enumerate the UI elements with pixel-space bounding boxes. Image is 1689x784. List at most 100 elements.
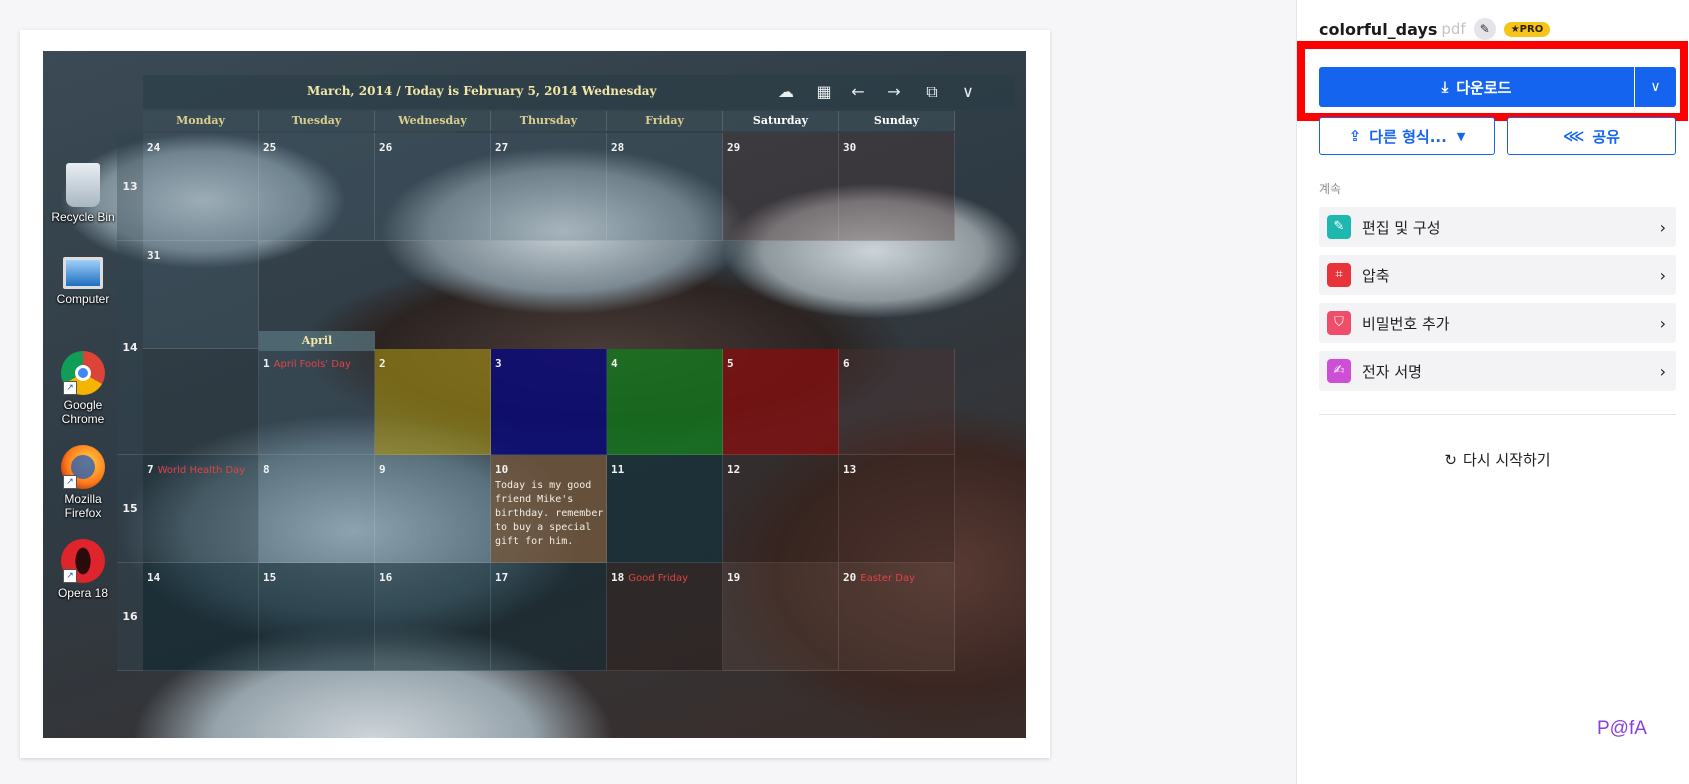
calendar-cell: 5 — [723, 349, 839, 455]
calendar-cell: 28 — [607, 133, 723, 241]
share-button[interactable]: ⋘ 공유 — [1507, 117, 1676, 155]
calendar-cell: 3 — [491, 349, 607, 455]
calendar-cell: 27 — [491, 133, 607, 241]
side-panel: colorful_days pdf ✎ ★PRO ⤓ 다운로드 ∨ ⇪ 다른 형… — [1296, 0, 1689, 784]
shield-icon: ⛉ — [1327, 311, 1351, 335]
tool-label: 압축 — [1362, 266, 1390, 285]
desktop-icon-label: Google Chrome — [61, 398, 105, 426]
file-title-row: colorful_days pdf ✎ ★PRO — [1319, 18, 1551, 40]
calendar-cell: 15 — [259, 563, 375, 671]
week-number: 14 — [117, 241, 143, 455]
tool-e-sign[interactable]: ✍ 전자 서명 › — [1319, 351, 1676, 391]
calendar-cell: 31 — [143, 241, 259, 349]
download-button[interactable]: ⤓ 다운로드 — [1319, 67, 1634, 107]
calendar-cell: 24 — [143, 133, 259, 241]
divider — [1319, 414, 1676, 415]
calendar-cell: 8 — [259, 455, 375, 563]
pencil-icon[interactable]: ✎ — [1473, 18, 1496, 40]
calendar-cell: 26 — [375, 133, 491, 241]
share-icon: ⋘ — [1563, 127, 1585, 145]
share-label: 공유 — [1592, 127, 1620, 146]
caret-down-icon: ▼ — [1456, 129, 1466, 143]
tool-label: 비밀번호 추가 — [1362, 314, 1450, 333]
calendar-note: Today is my good friend Mike's birthday.… — [495, 480, 604, 547]
restart-icon: ↻ — [1444, 451, 1457, 469]
edit-icon: ✎ — [1327, 215, 1351, 239]
calendar-widget: March, 2014 / Today is February 5, 2014 … — [117, 75, 1015, 715]
other-format-button[interactable]: ⇪ 다른 형식... ▼ — [1319, 117, 1495, 155]
day-header-saturday: Saturday — [723, 111, 839, 131]
preview-image: Recycle Bin Computer ↗ Google Chrome ↗ M… — [43, 51, 1026, 738]
download-icon: ⤓ — [1441, 78, 1449, 96]
shortcut-arrow-icon: ↗ — [63, 569, 77, 583]
other-format-label: 다른 형식... — [1369, 127, 1447, 146]
tool-edit-organize[interactable]: ✎ 편집 및 구성 › — [1319, 207, 1676, 247]
restart-button[interactable]: ↻ 다시 시작하기 — [1319, 449, 1676, 470]
tool-compress[interactable]: ⌗ 압축 › — [1319, 255, 1676, 295]
week-number: 13 — [117, 133, 143, 241]
calendar-cell: 14 — [143, 563, 259, 671]
calendar-cell: 9 — [375, 455, 491, 563]
chevron-right-icon: › — [1659, 217, 1666, 237]
arrow-left-icon: ← — [851, 82, 865, 101]
desktop-icon-firefox: ↗ Mozilla Firefox — [43, 445, 123, 520]
download-label: 다운로드 — [1456, 78, 1512, 97]
compress-icon: ⌗ — [1327, 263, 1351, 287]
calendar-cell: 16 — [375, 563, 491, 671]
desktop-icon-opera: ↗ Opera 18 — [43, 539, 123, 600]
export-icon: ⇪ — [1348, 127, 1362, 145]
shortcut-arrow-icon: ↗ — [63, 475, 77, 489]
desktop-icon-label: Mozilla Firefox — [64, 492, 102, 520]
continue-section-label: 계속 — [1319, 182, 1342, 196]
calendar-cell: 12 — [723, 455, 839, 563]
day-header-thursday: Thursday — [491, 111, 607, 131]
calendar-cell: 13 — [839, 455, 955, 563]
day-header-friday: Friday — [607, 111, 723, 131]
calendar-title: March, 2014 / Today is February 5, 2014 … — [307, 84, 657, 98]
calendar-cell: 10 Today is my good friend Mike's birthda… — [491, 455, 607, 563]
calendar-cell: 1 April Fools' Day — [259, 349, 375, 455]
calendar-cell: 19 — [723, 563, 839, 671]
chevron-right-icon: › — [1659, 361, 1666, 381]
firefox-icon: ↗ — [61, 445, 105, 489]
desktop-icon-label: Computer — [56, 292, 110, 306]
calendar-cell: 4 — [607, 349, 723, 455]
download-options-button[interactable]: ∨ — [1635, 67, 1676, 107]
chevron-down-icon: ∨ — [962, 82, 974, 101]
calendar-icon: ▦ — [816, 82, 832, 101]
restart-label: 다시 시작하기 — [1463, 451, 1551, 469]
file-name: colorful_days — [1319, 19, 1438, 39]
calendar-cell: 30 — [839, 133, 955, 241]
recycle-bin-icon — [66, 163, 100, 207]
pro-badge: ★PRO — [1503, 21, 1551, 37]
computer-icon — [63, 257, 103, 289]
shortcut-arrow-icon: ↗ — [63, 381, 77, 395]
day-header-monday: Monday — [143, 111, 259, 131]
calendar-cell: 17 — [491, 563, 607, 671]
arrow-right-icon: → — [887, 82, 901, 101]
brand-logo: P@fA — [1597, 718, 1647, 739]
tool-add-password[interactable]: ⛉ 비밀번호 추가 › — [1319, 303, 1676, 343]
calendar-cell: 6 — [839, 349, 955, 455]
calendar-cell: 11 — [607, 455, 723, 563]
file-extension: pdf — [1441, 20, 1466, 38]
day-header-tuesday: Tuesday — [259, 111, 375, 131]
week-number: 15 — [117, 455, 143, 563]
day-header-wednesday: Wednesday — [375, 111, 491, 131]
calendar-cell: 7 World Health Day — [143, 455, 259, 563]
desktop-icon-label: Recycle Bin — [51, 210, 115, 224]
desktop-icon-recycle-bin: Recycle Bin — [43, 163, 123, 224]
calendar-cell: 20 Easter Day — [839, 563, 955, 671]
tool-label: 전자 서명 — [1362, 362, 1422, 381]
calendar-cell: 25 — [259, 133, 375, 241]
window-icon: ⧉ — [926, 82, 938, 101]
calendar-header: March, 2014 / Today is February 5, 2014 … — [143, 75, 1015, 109]
calendar-cell — [143, 349, 259, 455]
opera-icon: ↗ — [61, 539, 105, 583]
calendar-cell: 18 Good Friday — [607, 563, 723, 671]
chevron-down-icon: ∨ — [1650, 79, 1661, 95]
cloud-icon: ☁ — [778, 82, 794, 101]
chrome-icon: ↗ — [61, 351, 105, 395]
day-header-sunday: Sunday — [839, 111, 955, 131]
desktop-icon-computer: Computer — [43, 257, 123, 306]
